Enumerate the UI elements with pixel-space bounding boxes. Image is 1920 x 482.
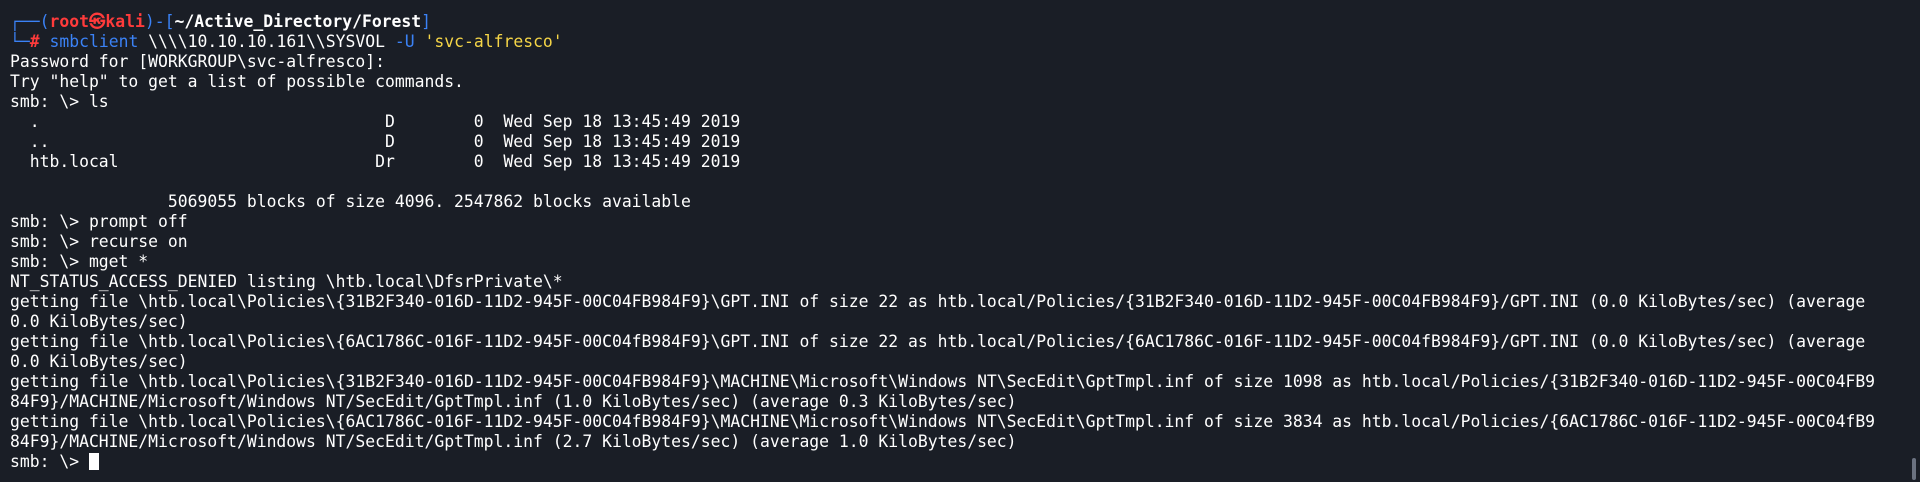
output-line: smb: \> prompt off: [10, 212, 188, 231]
output-line: Password for [WORKGROUP\svc-alfresco]:: [10, 52, 385, 71]
prompt-at: ㉿: [88, 12, 106, 31]
output-line: getting file \htb.local\Policies\{6AC178…: [10, 332, 1866, 351]
prompt-corner-bottom: └─: [10, 32, 30, 51]
prompt-line-top: ┌──(root㉿kali)-[~/Active_Directory/Fores…: [10, 12, 1900, 32]
output-line: getting file \htb.local\Policies\{31B2F3…: [10, 292, 1866, 311]
scrollbar[interactable]: [1908, 0, 1916, 482]
command-user-arg: 'svc-alfresco': [424, 32, 563, 51]
output-line: htb.local Dr 0 Wed Sep 18 13:45:49 2019: [10, 152, 741, 171]
prompt-line-command: └─# smbclient \\\\10.10.10.161\\SYSVOL -…: [10, 32, 1900, 52]
output-line: getting file \htb.local\Policies\{31B2F3…: [10, 372, 1876, 391]
output-line: 84F9}/MACHINE/Microsoft/Windows NT/SecEd…: [10, 392, 1017, 411]
prompt-close: ]: [421, 12, 432, 31]
output-line: getting file \htb.local\Policies\{6AC178…: [10, 412, 1876, 431]
output-line: 0.0 KiloBytes/sec): [10, 312, 188, 331]
active-prompt-line[interactable]: smb: \>: [10, 452, 1900, 472]
prompt-host: kali: [105, 12, 145, 31]
output-line: 84F9}/MACHINE/Microsoft/Windows NT/SecEd…: [10, 432, 1017, 451]
command-flag: -U: [394, 32, 415, 51]
output-line: smb: \> mget *: [10, 252, 149, 271]
output-line: . D 0 Wed Sep 18 13:45:49 2019: [10, 112, 741, 131]
text-cursor[interactable]: [88, 453, 99, 470]
output-line: smb: \> ls: [10, 92, 109, 111]
terminal-window[interactable]: ┌──(root㉿kali)-[~/Active_Directory/Fores…: [0, 0, 1920, 482]
output-line: smb: \> recurse on: [10, 232, 188, 251]
prompt-corner-top: ┌──(: [10, 12, 50, 31]
prompt-hash: #: [29, 32, 40, 51]
command-program: smbclient: [49, 32, 139, 51]
terminal-output: ┌──(root㉿kali)-[~/Active_Directory/Fores…: [10, 12, 1900, 472]
scrollbar-thumb[interactable]: [1912, 458, 1916, 480]
prompt-separator: )-[: [144, 12, 175, 31]
command-share: \\\\10.10.10.161\\SYSVOL: [138, 32, 395, 51]
output-line: .. D 0 Wed Sep 18 13:45:49 2019: [10, 132, 741, 151]
smb-prompt: smb: \>: [10, 452, 89, 471]
output-line: 0.0 KiloBytes/sec): [10, 352, 188, 371]
prompt-user: root: [49, 12, 89, 31]
output-line: NT_STATUS_ACCESS_DENIED listing \htb.loc…: [10, 272, 563, 291]
prompt-cwd: ~/Active_Directory/Forest: [174, 12, 422, 31]
output-line: Try "help" to get a list of possible com…: [10, 72, 464, 91]
output-line: 5069055 blocks of size 4096. 2547862 blo…: [10, 192, 691, 211]
